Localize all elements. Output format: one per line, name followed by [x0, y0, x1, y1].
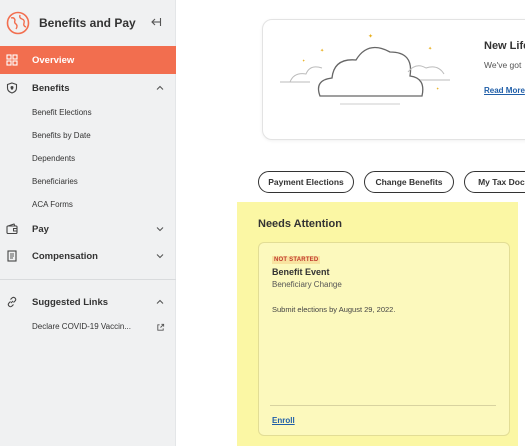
svg-text:✦: ✦ — [320, 48, 324, 54]
task-description: Submit elections by August 29, 2022. — [272, 305, 396, 314]
svg-text:✦: ✦ — [436, 86, 440, 91]
read-more-link[interactable]: Read More — [484, 86, 525, 95]
svg-text:✦: ✦ — [302, 58, 306, 63]
banner-heading: New Life — [484, 40, 525, 52]
my-tax-documents-button[interactable]: My Tax Docu — [464, 171, 525, 193]
sidebar-item-label: Suggested Links — [32, 296, 109, 308]
sidebar-header: Benefits and Pay — [0, 0, 176, 46]
sidebar-item-overview[interactable]: Overview — [0, 46, 176, 74]
sidebar-subitem-benefits-by-date[interactable]: Benefits by Date — [32, 131, 91, 140]
task-subtitle: Beneficiary Change — [272, 280, 342, 289]
sidebar-item-benefits[interactable]: Benefits — [0, 74, 176, 102]
cloud-illustration-icon: ✦ ✦ ✦ ✦ ✦ — [280, 33, 450, 105]
svg-text:✦: ✦ — [428, 46, 432, 52]
sidebar-item-compensation[interactable]: Compensation — [0, 242, 176, 270]
sidebar: Benefits and Pay Overview Benefits Benef… — [0, 0, 176, 446]
document-icon — [7, 250, 17, 262]
globe-icon — [6, 11, 30, 35]
sidebar-item-pay[interactable]: Pay — [0, 215, 176, 243]
sidebar-subitem-beneficiaries[interactable]: Beneficiaries — [32, 177, 78, 186]
sidebar-item-suggested-links[interactable]: Suggested Links — [0, 288, 176, 316]
grid-icon — [6, 54, 18, 66]
sidebar-item-label: Compensation — [32, 250, 98, 262]
task-divider — [270, 405, 496, 406]
suggested-link-covid-vaccine[interactable]: Declare COVID-19 Vaccin... — [32, 322, 131, 331]
external-link-icon — [157, 323, 165, 331]
sidebar-item-label: Overview — [32, 54, 75, 66]
sidebar-subitem-aca-forms[interactable]: ACA Forms — [32, 200, 73, 209]
needs-attention-title: Needs Attention — [258, 218, 342, 230]
svg-text:✦: ✦ — [368, 33, 373, 40]
sidebar-subitem-dependents[interactable]: Dependents — [32, 154, 75, 163]
chevron-up-icon[interactable] — [155, 83, 165, 93]
chevron-up-icon[interactable] — [155, 297, 165, 307]
chevron-down-icon[interactable] — [155, 224, 165, 234]
status-badge: NOT STARTED — [272, 256, 321, 264]
change-benefits-button[interactable]: Change Benefits — [364, 171, 454, 193]
link-icon — [7, 296, 17, 308]
sidebar-title: Benefits and Pay — [39, 16, 136, 30]
payment-elections-button[interactable]: Payment Elections — [258, 171, 354, 193]
collapse-sidebar-icon[interactable] — [150, 16, 162, 28]
sidebar-divider — [0, 279, 176, 280]
banner-text: We've got — [484, 60, 522, 70]
chevron-down-icon[interactable] — [155, 251, 165, 261]
task-title: Benefit Event — [272, 267, 330, 277]
sidebar-item-label: Benefits — [32, 82, 70, 94]
enroll-link[interactable]: Enroll — [272, 416, 295, 425]
sidebar-item-label: Pay — [32, 223, 49, 235]
wallet-icon — [6, 223, 18, 235]
sidebar-subitem-benefit-elections[interactable]: Benefit Elections — [32, 108, 92, 117]
shield-icon — [6, 82, 18, 94]
